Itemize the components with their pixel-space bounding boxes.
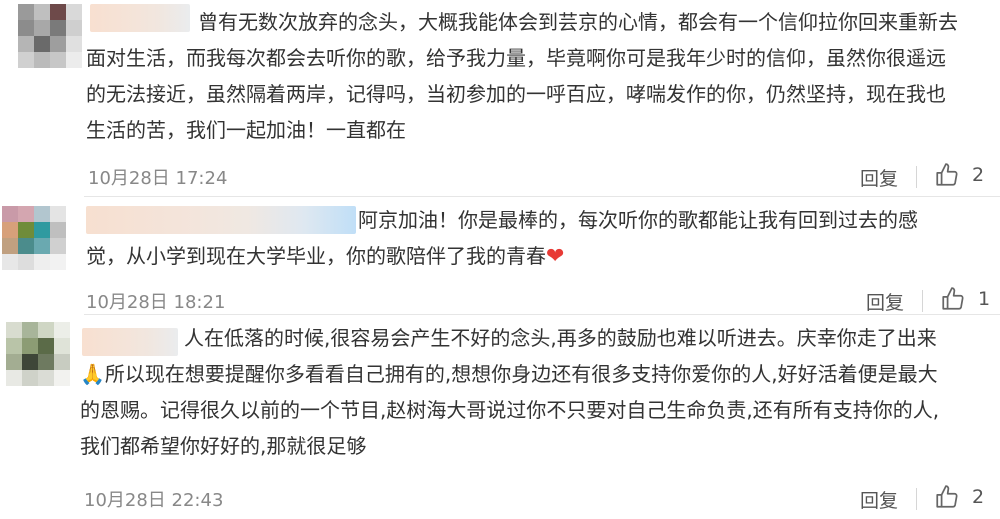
comment-line: 我们都希望你好好的,那就很足够: [80, 434, 367, 458]
comment-3: 人在低落的时候,很容易会产生不好的念头,再多的鼓励也难以听进去。庆幸你走了出来 …: [0, 314, 1000, 519]
avatar[interactable]: [18, 4, 82, 68]
heart-emoji: ❤: [546, 244, 565, 269]
reply-button[interactable]: 回复: [860, 486, 898, 513]
thumbs-up-icon: [936, 163, 958, 186]
divider: [916, 166, 917, 188]
like-button[interactable]: 1: [940, 286, 990, 312]
like-count: 2: [972, 486, 985, 508]
divider: [922, 290, 923, 312]
divider: [916, 488, 917, 510]
comment-line: 阿京加油！你是最棒的，每次听你的歌都能让我有回到过去的感: [358, 208, 918, 232]
praying-hands-emoji: 🙏: [80, 362, 105, 386]
comment-line: 面对生活，而我每次都会去听你的歌，给予我力量，毕竟啊你可是我年少时的信仰，虽然你…: [86, 46, 946, 70]
avatar[interactable]: [2, 206, 66, 270]
comment-line-text: 所以现在想要提醒你多看看自己拥有的,想想你身边还有很多支持你爱你的人,好好活着便…: [104, 362, 938, 386]
comment-1: 曾有无数次放弃的念头，大概我能体会到芸京的心情，都会有一个信仰拉你回来重新去 面…: [0, 0, 1000, 196]
comment-line: 的恩赐。记得很久以前的一个节目,赵树海大哥说过你不只要对自己生命负责,还有所有支…: [80, 398, 940, 422]
comment-line: 曾有无数次放弃的念头，大概我能体会到芸京的心情，都会有一个信仰拉你回来重新去: [198, 10, 958, 34]
comment-time: 10月28日 18:21: [86, 292, 226, 313]
comment-2: 阿京加油！你是最棒的，每次听你的歌都能让我有回到过去的感 觉，从小学到现在大学毕…: [0, 196, 1000, 314]
comment-text: 阿京加油！你是最棒的，每次听你的歌都能让我有回到过去的感 觉，从小学到现在大学毕…: [86, 202, 956, 274]
like-count: 2: [972, 164, 985, 186]
like-button[interactable]: 2: [934, 162, 984, 188]
comment-line: 🙏所以现在想要提醒你多看看自己拥有的,想想你身边还有很多支持你爱你的人,好好活着…: [80, 356, 980, 392]
thumbs-up-icon: [936, 485, 958, 508]
reply-button[interactable]: 回复: [860, 164, 898, 191]
comment-text: 人在低落的时候,很容易会产生不好的念头,再多的鼓励也难以听进去。庆幸你走了出来 …: [80, 320, 980, 464]
comment-line-text: 觉，从小学到现在大学毕业，你的歌陪伴了我的青春: [86, 244, 546, 268]
avatar[interactable]: [6, 322, 70, 386]
comment-line: 人在低落的时候,很容易会产生不好的念头,再多的鼓励也难以听进去。庆幸你走了出来: [184, 326, 937, 350]
thumbs-up-icon: [942, 287, 964, 310]
comment-line: 觉，从小学到现在大学毕业，你的歌陪伴了我的青春❤: [86, 238, 956, 274]
comment-line: 生活的苦，我们一起加油！一直都在: [86, 118, 406, 142]
reply-button[interactable]: 回复: [866, 288, 904, 315]
comment-text: 曾有无数次放弃的念头，大概我能体会到芸京的心情，都会有一个信仰拉你回来重新去 面…: [86, 4, 986, 148]
comment-line: 的无法接近，虽然隔着两岸，记得吗，当初参加的一呼百应，哮喘发作的你，仍然坚持，现…: [86, 82, 946, 106]
comment-time: 10月28日 22:43: [84, 490, 224, 511]
like-count: 1: [978, 288, 991, 310]
comment-time: 10月28日 17:24: [88, 168, 228, 189]
like-button[interactable]: 2: [934, 484, 984, 510]
